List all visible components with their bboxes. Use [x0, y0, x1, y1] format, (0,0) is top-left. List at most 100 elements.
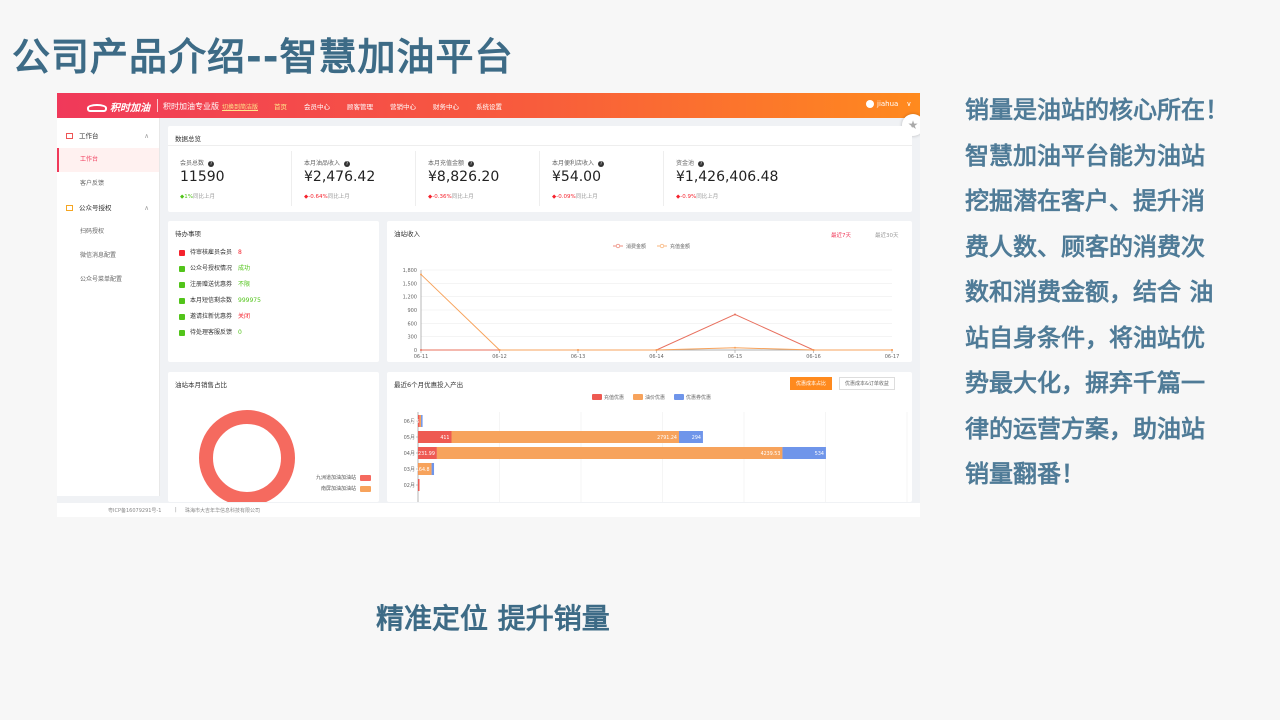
y-tick-label: 1,200 [403, 295, 417, 301]
data-label: 231.99 [418, 451, 435, 457]
todo-item[interactable]: 邀请拉新优惠券 关闭 [179, 311, 250, 320]
sidebar-group[interactable]: 工作台 ∧ [57, 124, 159, 148]
sales-share-donut: 九洲道加油加油站南屏加油加油站 [199, 410, 371, 502]
stat-label: 本月充值金额? [428, 158, 475, 167]
nav-item[interactable]: 营销中心 [390, 101, 416, 111]
chevron-down-icon: ∨ [906, 100, 912, 108]
sidebar-group-label: 工作台 [79, 132, 99, 140]
car-icon [87, 104, 107, 112]
stat-label: 本月油品收入? [304, 158, 351, 167]
check-icon [179, 329, 185, 336]
stat-change-value: -0.36% [432, 194, 452, 200]
stat-change: ◆1%同比上月 [180, 192, 215, 200]
app-screenshot: 积时加油 积时加油专业版 切换到简洁版 首页 会员中心 顾客管理 营销中心 财务中心 系统… [57, 93, 920, 516]
legend-swatch [360, 486, 371, 492]
sidebar-item[interactable]: 微信消息配置 [57, 244, 159, 268]
stat-value: 11590 [180, 169, 225, 185]
legend-label: 油价优惠 [645, 394, 665, 401]
series-line [421, 313, 892, 351]
x-tick-label: 06-15 [728, 354, 743, 360]
legend-marker [615, 243, 621, 249]
overview-title: 数据总览 [175, 135, 201, 143]
check-icon [179, 313, 185, 320]
x-tick-label: 06-12 [492, 354, 507, 360]
todo-item[interactable]: 公众号授权情况 成功 [179, 263, 250, 272]
stat-change-suffix: 同比上月 [696, 194, 719, 200]
bar-segment [436, 447, 783, 459]
x-tick-label: 06-13 [571, 354, 586, 360]
stat-card: 会员总数? 11590 ◆1%同比上月 [168, 151, 292, 206]
nav-item[interactable]: 首页 [274, 101, 287, 111]
stat-card: 本月油品收入? ¥2,476.42 ◆-0.64%同比上月 [292, 151, 416, 206]
x-tick-label: 06-11 [414, 354, 429, 360]
stat-label-text: 资金池 [676, 160, 695, 167]
y-tick-label: 300 [407, 335, 417, 341]
data-point [734, 346, 736, 349]
sidebar-item[interactable]: 客户反馈 [57, 172, 159, 196]
data-point [891, 349, 893, 351]
stat-change-suffix: 同比上月 [327, 194, 350, 200]
stat-change-value: 1% [184, 194, 193, 200]
main-nav: 首页 会员中心 顾客管理 营销中心 财务中心 系统设置 [274, 101, 502, 111]
legend-label: 充值优惠 [604, 394, 624, 401]
todo-value: 不限 [238, 281, 251, 288]
help-icon[interactable]: ? [208, 161, 215, 167]
todo-item[interactable]: 待审核雇员会员 8 [179, 247, 242, 256]
todo-item[interactable]: 本月短信剩余数 999975 [179, 295, 261, 304]
todo-card: 待办事项 待审核雇员会员 8 公众号授权情况 成功 注册赠送优惠券 不限 本月短信剩余数 99… [168, 221, 379, 362]
nav-item[interactable]: 顾客管理 [347, 101, 373, 111]
y-tick-label: 02月 [404, 483, 415, 489]
help-icon[interactable]: ? [598, 161, 605, 167]
legend-label: 优惠券优惠 [686, 394, 711, 401]
todo-item[interactable]: 注册赠送优惠券 不限 [179, 279, 250, 288]
help-icon[interactable]: ? [344, 161, 351, 167]
todo-label: 公众号授权情况 [190, 265, 233, 272]
side-text-line: 势最大化，摒弃千篇一 [965, 369, 1205, 397]
footer-separator: | [175, 507, 177, 513]
data-point [734, 313, 736, 316]
nav-item[interactable]: 财务中心 [433, 101, 459, 111]
side-text-line: 挖掘潜在客户、提升消 [965, 187, 1205, 215]
todo-value: 999975 [238, 297, 261, 304]
stat-label-text: 本月充值金额 [428, 160, 465, 167]
todo-value: 0 [238, 329, 242, 336]
stat-value: ¥8,826.20 [428, 169, 500, 185]
help-icon[interactable]: ? [468, 161, 475, 167]
user-menu[interactable]: jiahua ∨ [866, 100, 911, 108]
side-text-line: 数和消费金额，结合 油 [965, 278, 1214, 306]
sidebar-item[interactable]: 工作台 [57, 148, 159, 172]
nav-item[interactable]: 系统设置 [476, 101, 502, 111]
app-logo[interactable]: 积时加油 [87, 99, 150, 114]
stat-label: 会员总数? [180, 158, 215, 167]
divider [157, 99, 158, 112]
legend-label: 消费金额 [626, 243, 646, 250]
data-label: 164.8 [416, 467, 430, 473]
todo-label: 邀请拉新优惠券 [190, 313, 233, 320]
stat-value: ¥54.00 [552, 169, 601, 185]
legend-label: 南屏加油加油站 [321, 485, 356, 492]
sidebar-group[interactable]: 公众号授权 ∧ [57, 196, 159, 220]
bar-segment [431, 463, 435, 475]
help-icon[interactable]: ? [698, 161, 705, 167]
todo-label: 注册赠送优惠券 [190, 281, 233, 288]
username: jiahua [877, 100, 899, 108]
x-tick-label: 06-14 [649, 354, 664, 360]
todo-item[interactable]: 待处理客服反馈 0 [179, 327, 242, 336]
company-name: 珠海市大吉年华信息科技有限公司 [185, 508, 261, 514]
stat-change: ◆-0.36%同比上月 [428, 192, 474, 200]
top-bar: 积时加油 积时加油专业版 切换到简洁版 首页 会员中心 顾客管理 营销中心 财务中心 系统… [57, 93, 920, 118]
side-text-line: 律的运营方案，助油站 [965, 414, 1205, 443]
legend-label: 九洲道加油加油站 [316, 474, 356, 481]
stat-change: ◆-0.9%同比上月 [676, 192, 718, 200]
income-line-chart: 03006009001,2001,5001,80006-11 06-12 06-13… [403, 243, 900, 360]
legend-swatch [360, 475, 371, 481]
stat-change-value: -0.64% [308, 194, 328, 200]
sidebar-item[interactable]: 公众号菜单配置 [57, 268, 159, 292]
x-tick-label: 06-17 [885, 354, 900, 360]
stat-change-suffix: 同比上月 [192, 194, 215, 200]
sidebar-item[interactable]: 扫码授权 [57, 220, 159, 244]
nav-item[interactable]: 会员中心 [304, 101, 330, 111]
data-point [577, 349, 579, 351]
sidebar-group-label: 公众号授权 [79, 204, 112, 212]
switch-version-link[interactable]: 切换到简洁版 [222, 102, 258, 111]
